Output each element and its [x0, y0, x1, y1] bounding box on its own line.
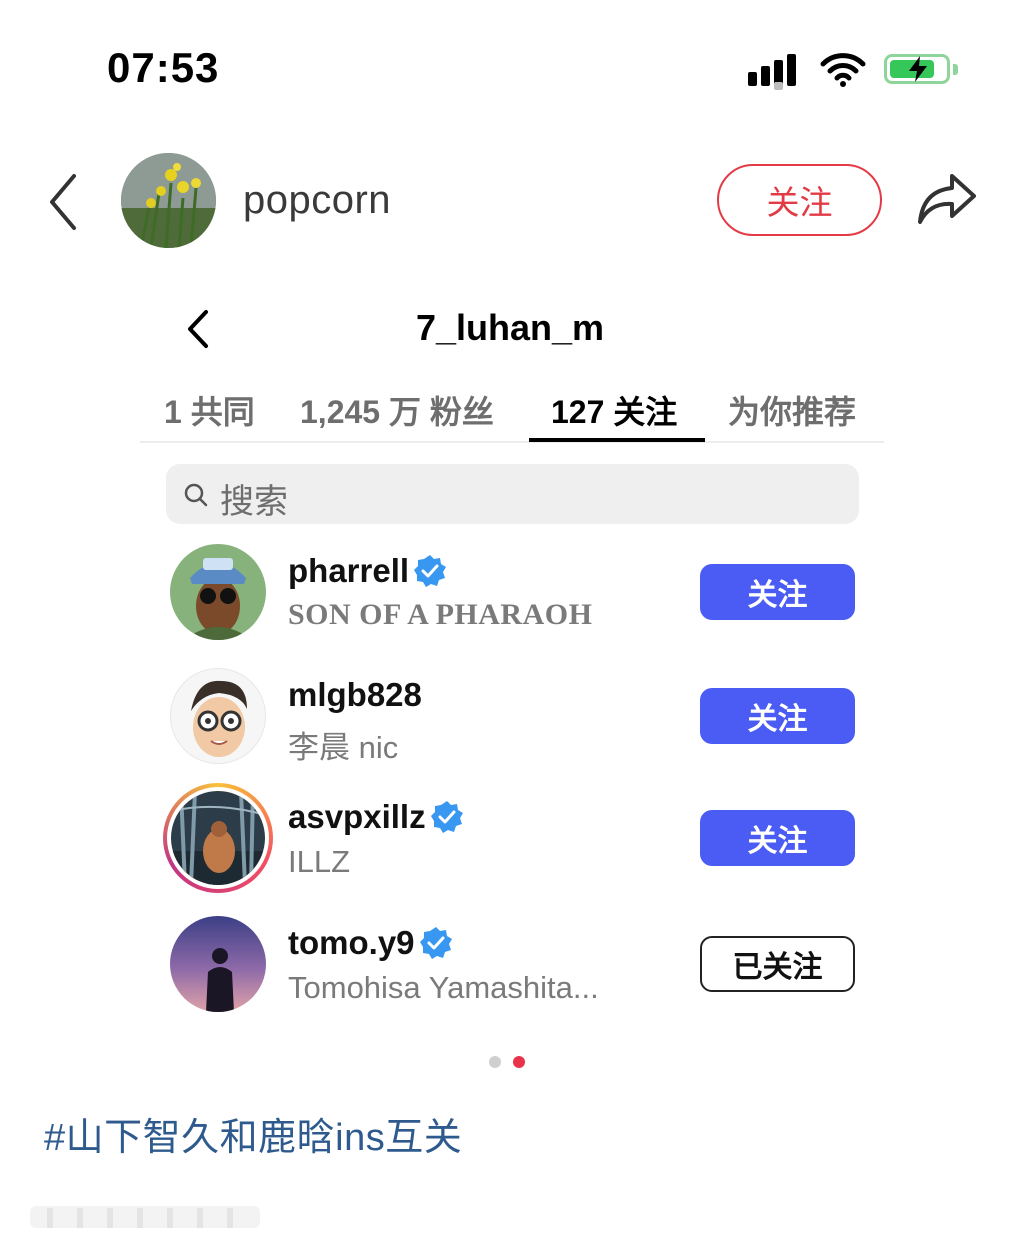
user-avatar[interactable] — [170, 668, 266, 764]
tab-suggested[interactable]: 为你推荐 — [728, 387, 856, 433]
follow-user-button[interactable]: 关注 — [700, 688, 855, 744]
status-time: 07:53 — [107, 44, 220, 91]
user-handle-text: asvpxillz — [288, 798, 426, 835]
list-item[interactable]: asvpxillz ILLZ 关注 — [160, 783, 880, 900]
status-indicators — [748, 50, 958, 90]
user-handle-text: tomo.y9 — [288, 924, 415, 961]
page-dot-2-active[interactable] — [513, 1056, 525, 1068]
profile-name: popcorn — [243, 178, 392, 222]
inner-title: 7_luhan_m — [415, 307, 605, 348]
user-fullname: 李晨 nic — [288, 730, 399, 765]
user-handle[interactable]: pharrell — [288, 552, 447, 590]
user-fullname: Tomohisa Yamashita... — [288, 970, 599, 1005]
list-item[interactable]: pharrell SON OF A PHARAOH 关注 — [160, 544, 880, 654]
verified-badge-icon — [414, 555, 447, 587]
user-handle[interactable]: asvpxillz — [288, 798, 464, 836]
follow-button[interactable]: 关注 — [717, 164, 882, 236]
user-handle-text: mlgb828 — [288, 676, 422, 713]
verified-badge-icon — [419, 927, 452, 959]
tab-followers[interactable]: 1,245 万 粉丝 — [300, 387, 494, 433]
list-item[interactable]: tomo.y9 Tomohisa Yamashita... 已关注 — [160, 916, 880, 1026]
tab-mutual[interactable]: 1 共同 — [164, 387, 255, 433]
watermark — [30, 1206, 260, 1228]
battery-icon — [884, 54, 950, 84]
charging-bolt-icon — [909, 56, 927, 82]
user-avatar[interactable] — [170, 916, 266, 1012]
tab-following[interactable]: 127 关注 — [551, 387, 677, 433]
user-fullname: SON OF A PHARAOH — [288, 598, 593, 631]
back-icon[interactable] — [44, 172, 84, 232]
page-dot-1[interactable] — [489, 1056, 501, 1068]
profile-avatar[interactable] — [121, 153, 216, 248]
user-avatar[interactable] — [170, 544, 266, 640]
search-icon — [184, 483, 208, 507]
user-handle-text: pharrell — [288, 552, 410, 589]
user-fullname: ILLZ — [288, 844, 351, 879]
verified-badge-icon — [430, 801, 463, 833]
user-handle[interactable]: mlgb828 — [288, 676, 422, 714]
share-icon[interactable] — [916, 170, 978, 226]
follow-user-button[interactable]: 关注 — [700, 810, 855, 866]
hashtag-link[interactable]: #山下智久和鹿晗ins互关 — [44, 1106, 462, 1161]
battery-cap — [953, 64, 958, 75]
tabs-divider — [140, 441, 884, 443]
search-input[interactable]: 搜索 — [166, 464, 859, 524]
user-handle[interactable]: tomo.y9 — [288, 924, 453, 962]
wifi-icon — [820, 53, 866, 87]
inner-back-icon[interactable] — [182, 308, 212, 350]
list-item[interactable]: mlgb828 李晨 nic 关注 — [160, 668, 880, 778]
user-avatar[interactable] — [171, 791, 265, 885]
follow-user-button[interactable]: 关注 — [700, 564, 855, 620]
following-button[interactable]: 已关注 — [700, 936, 855, 992]
active-tab-indicator — [529, 438, 705, 442]
search-placeholder: 搜索 — [220, 483, 288, 521]
